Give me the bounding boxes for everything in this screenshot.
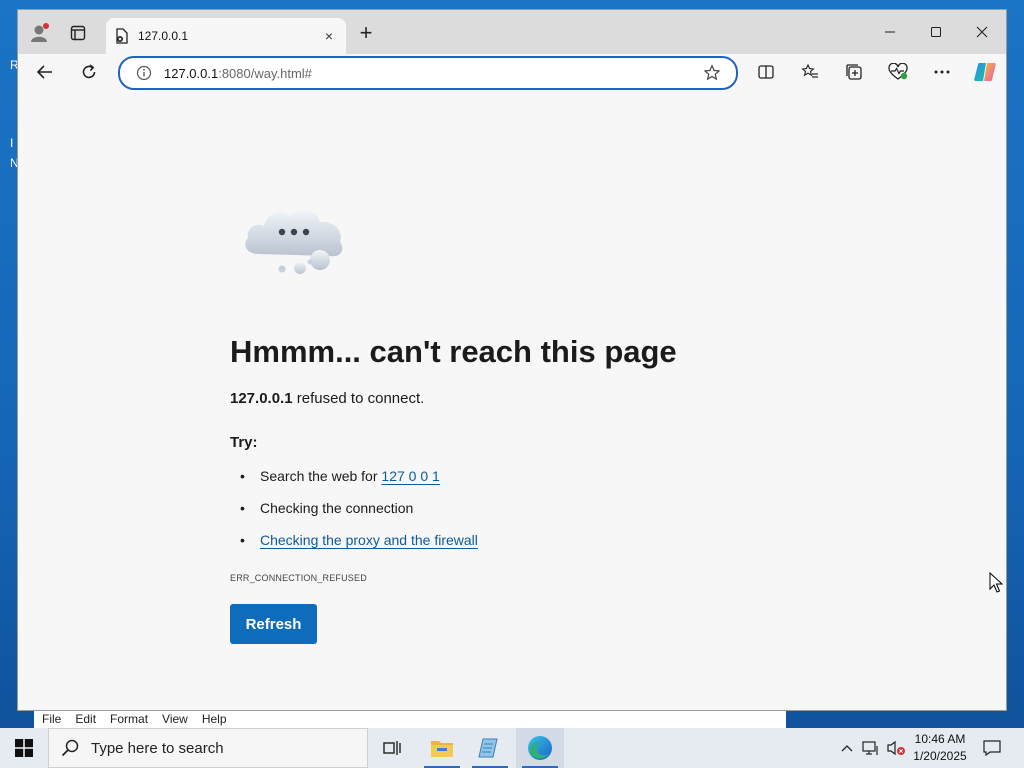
error-page: Hmmm... can't reach this page 127.0.0.1 … — [18, 90, 1006, 710]
search-icon — [61, 739, 79, 757]
taskbar-edge[interactable] — [516, 728, 564, 768]
taskbar: Type here to search 10:46 AM 1/20/2025 — [0, 728, 1024, 768]
try-heading: Try: — [230, 434, 258, 451]
minimize-button[interactable] — [868, 18, 912, 46]
edge-browser-icon — [528, 736, 552, 760]
collections-button[interactable] — [837, 58, 871, 86]
copilot-button[interactable] — [968, 58, 1002, 86]
maximize-button[interactable] — [914, 18, 958, 46]
settings-more-button[interactable] — [925, 58, 959, 86]
system-clock[interactable]: 10:46 AM 1/20/2025 — [908, 731, 972, 765]
refresh-button[interactable] — [74, 58, 104, 86]
tab-strip: 127.0.0.1 × + — [18, 10, 1006, 54]
taskbar-file-explorer[interactable] — [418, 728, 466, 768]
star-icon — [703, 64, 721, 81]
suggestion-check-connection: • Checking the connection — [240, 500, 413, 516]
show-hidden-icons-button[interactable] — [836, 728, 858, 768]
cloud-illustration-icon — [245, 209, 343, 274]
minimize-icon — [885, 31, 895, 33]
task-view-button[interactable] — [368, 728, 416, 768]
chevron-up-icon — [841, 745, 853, 752]
tab-close-button[interactable]: × — [318, 25, 340, 47]
close-icon — [976, 26, 988, 38]
menu-view[interactable]: View — [162, 712, 188, 726]
menu-help[interactable]: Help — [202, 712, 227, 726]
error-code: ERR_CONNECTION_REFUSED — [230, 573, 367, 583]
windows-logo-icon — [15, 739, 33, 757]
url-text[interactable]: 127.0.0.1:8080/way.html# — [164, 66, 702, 81]
notepad-menubar: File Edit Format View Help — [34, 709, 786, 729]
copilot-icon — [974, 63, 996, 81]
menu-file[interactable]: File — [42, 712, 61, 726]
back-button[interactable] — [30, 58, 60, 86]
check-proxy-firewall-link[interactable]: Checking the proxy and the firewall — [260, 532, 478, 548]
suggestion-search-web: • Search the web for 127 0 0 1 — [240, 468, 440, 484]
refresh-page-button[interactable]: Refresh — [230, 604, 317, 644]
url-host: 127.0.0.1 — [164, 65, 219, 81]
notification-icon — [983, 740, 1001, 756]
volume-muted-icon — [887, 740, 905, 756]
suggestion-text: Search the web for — [260, 468, 382, 484]
start-button[interactable] — [0, 728, 48, 768]
info-icon[interactable] — [136, 65, 152, 81]
taskbar-search-box[interactable]: Type here to search — [48, 728, 368, 768]
suggestion-check-proxy: • Checking the proxy and the firewall — [240, 532, 478, 548]
mouse-cursor-icon — [989, 572, 1003, 593]
tab-actions-icon — [70, 25, 86, 41]
clock-time: 10:46 AM — [914, 732, 966, 746]
task-view-icon — [383, 741, 401, 755]
page-title: Hmmm... can't reach this page — [230, 334, 677, 369]
notifications-button[interactable] — [978, 728, 1006, 768]
maximize-icon — [931, 27, 941, 37]
address-bar[interactable]: 127.0.0.1:8080/way.html# — [118, 56, 738, 90]
tab-title: 127.0.0.1 — [138, 29, 189, 43]
favorites-list-icon — [801, 63, 818, 78]
search-placeholder: Type here to search — [91, 739, 224, 757]
suggestion-text: Checking the connection — [260, 500, 414, 516]
bullet: • — [240, 468, 245, 484]
bullet: • — [240, 500, 245, 516]
search-web-link[interactable]: 127 0 0 1 — [381, 468, 439, 484]
network-button[interactable] — [860, 728, 882, 768]
error-host: 127.0.0.1 — [230, 390, 293, 407]
navigation-toolbar: 127.0.0.1:8080/way.html# — [18, 54, 1006, 90]
split-screen-icon — [758, 65, 774, 79]
error-message: refused to connect. — [292, 390, 425, 407]
network-icon — [862, 741, 878, 755]
heart-pulse-icon — [888, 63, 908, 80]
browser-window: 127.0.0.1 × + 127.0.0.1:8080/way.html# H… — [18, 10, 1006, 710]
page-error-icon — [116, 28, 128, 44]
more-options-icon — [934, 70, 950, 74]
split-screen-button[interactable] — [749, 58, 783, 86]
collections-icon — [846, 64, 862, 80]
favorite-button[interactable] — [702, 63, 722, 83]
desktop-icon-label[interactable]: I — [10, 136, 13, 150]
profile-icon — [31, 23, 49, 42]
clock-date: 1/20/2025 — [913, 749, 967, 763]
menu-format[interactable]: Format — [110, 712, 148, 726]
error-description: 127.0.0.1 refused to connect. — [230, 390, 424, 407]
refresh-icon — [82, 64, 96, 79]
folder-icon — [431, 741, 453, 757]
url-rest: :8080/way.html# — [218, 65, 312, 81]
volume-button[interactable] — [884, 728, 908, 768]
arrow-left-icon — [36, 65, 52, 79]
taskbar-notepad[interactable] — [466, 728, 514, 768]
new-tab-button[interactable]: + — [352, 20, 380, 46]
tab-active[interactable]: 127.0.0.1 × — [106, 18, 346, 54]
profile-button[interactable] — [26, 20, 54, 46]
menu-edit[interactable]: Edit — [75, 712, 96, 726]
browser-essentials-button[interactable] — [881, 58, 915, 86]
notepad-icon — [478, 738, 498, 758]
bullet: • — [240, 532, 245, 548]
close-window-button[interactable] — [960, 18, 1004, 46]
favorites-button[interactable] — [793, 58, 827, 86]
tab-actions-button[interactable] — [64, 20, 92, 46]
